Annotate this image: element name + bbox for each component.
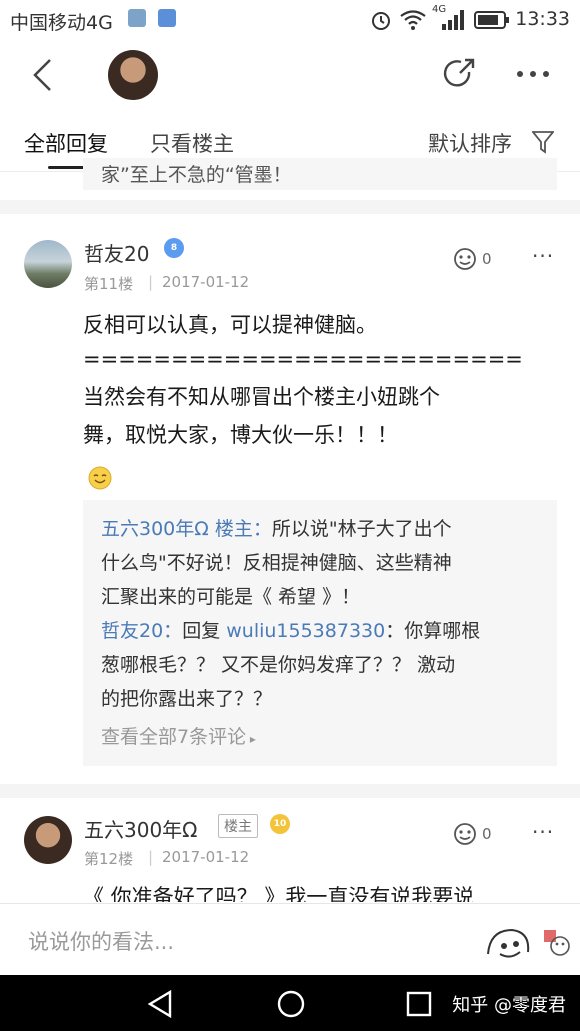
sticker-icon[interactable] [542,928,572,958]
top-navigation [0,40,580,108]
comment-input[interactable]: 说说你的看法... [28,926,174,956]
meta-divider: | [148,273,154,291]
back-icon[interactable] [30,58,54,92]
floor-number: 第11楼 [84,275,134,293]
carrier-label: 中国移动4G [10,12,113,34]
sort-dropdown[interactable]: 默认排序 [428,128,512,158]
commenter-avatar[interactable] [24,816,72,864]
recents-square-icon[interactable] [406,991,432,1017]
like-count: 0 [482,825,492,843]
comment-date: 2017-01-12 [162,273,250,291]
comment-input-bar: 说说你的看法... [0,903,580,975]
level-badge: 8 [164,238,184,258]
comment-body: 《 你准备好了吗？ 》我一直没有说我要说 [83,885,475,902]
wifi-icon [400,10,426,30]
android-navigation-bar: 知乎 @零度君 [0,975,580,1031]
emoji-face-icon[interactable] [484,924,534,964]
comment-body: 反相可以认真，可以提神健脑。 =========================… [83,313,523,447]
comment-more-icon[interactable]: ··· [532,244,554,268]
commenter-avatar[interactable] [24,240,72,288]
comment-date: 2017-01-12 [162,848,250,866]
tab-all-replies[interactable]: 全部回复 [24,128,108,158]
like-icon[interactable] [452,822,478,846]
share-icon[interactable] [441,56,477,92]
sub-reply: 五六300年Ω 楼主：所以说"林子大了出个 [101,518,452,540]
clock: 13:33 [515,8,570,30]
sub-replies-box: 五六300年Ω 楼主：所以说"林子大了出个 什么鸟"不好说！反相提神健脑、这些精… [83,500,557,766]
signal-icon [442,10,464,30]
app-notification-icon [158,9,176,27]
sub-reply-author[interactable]: 五六300年Ω 楼主： [101,518,272,540]
chevron-right-icon: ▸ [246,732,256,746]
gallery-notification-icon [128,9,146,27]
battery-icon [474,11,509,29]
owner-tag: 楼主 [218,814,258,838]
meta-divider: | [148,848,154,866]
home-circle-icon[interactable] [276,989,306,1019]
sub-reply-author[interactable]: 哲友20： [101,620,182,642]
back-triangle-icon[interactable] [146,989,174,1019]
smile-emoji [88,466,112,490]
watermark: 知乎 @零度君 [452,995,566,1016]
like-icon[interactable] [452,247,478,271]
commenter-name[interactable]: 五六300年Ω [84,814,197,843]
tab-owner-only[interactable]: 只看楼主 [150,128,234,158]
level-badge: 10 [270,814,290,834]
like-count: 0 [482,250,492,268]
previous-reply-fragment: 家”至上不急的“管墨！ [83,158,557,190]
author-avatar[interactable] [108,50,158,100]
more-dots-icon[interactable] [516,70,550,78]
commenter-name[interactable]: 哲友20 [84,238,149,267]
floor-number: 第12楼 [84,850,134,868]
divider [0,200,580,214]
comment-more-icon[interactable]: ··· [532,820,554,844]
mention-link[interactable]: wuliu155387330 [226,620,385,642]
sub-reply: 哲友20：回复 wuliu155387330：你算哪根 [101,620,481,642]
status-bar: 中国移动4G 4G 13:33 [0,0,580,40]
filter-icon[interactable] [532,130,554,154]
alarm-icon [372,12,390,30]
view-all-replies-link[interactable]: 查看全部7条评论 ▸ [101,720,256,756]
divider [0,784,580,798]
